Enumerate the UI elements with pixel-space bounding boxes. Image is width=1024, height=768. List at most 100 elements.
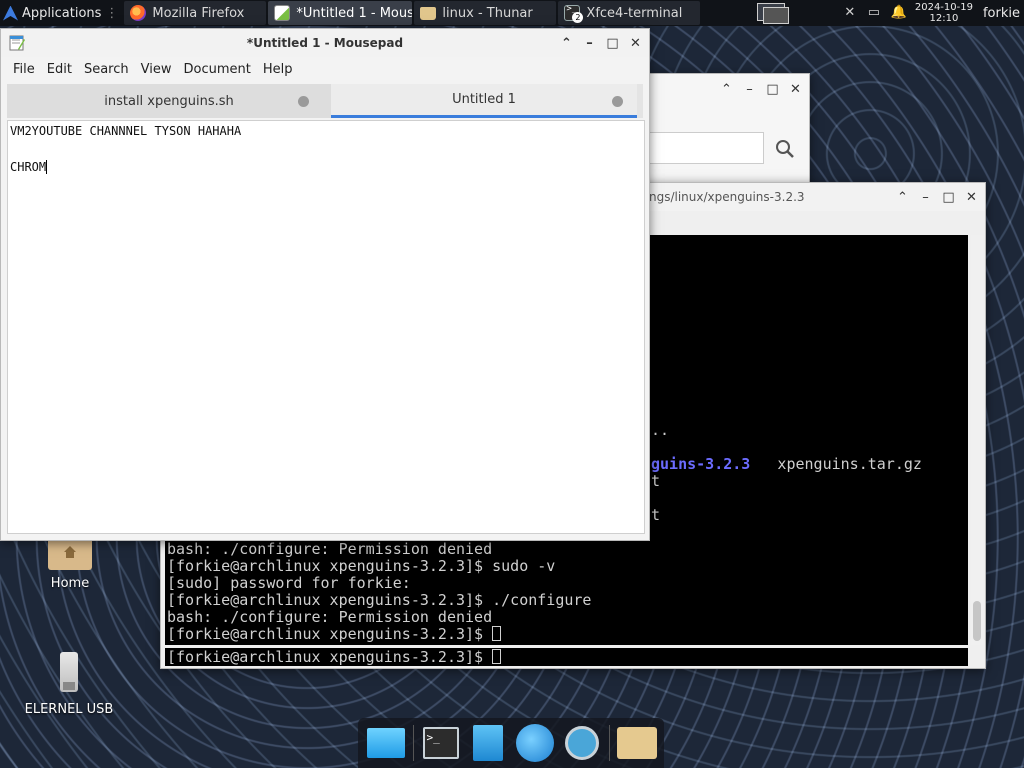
window-title: *Untitled 1 - Mousepad [246, 36, 404, 50]
terminal-cursor [492, 626, 502, 641]
applications-menu-button[interactable]: Applications ⋮ [0, 0, 122, 26]
terminal-line: [sudo] password for forkie: [167, 574, 411, 592]
task-thunar[interactable]: linux - Thunar [414, 1, 557, 25]
close-icon[interactable]: ✕ [964, 190, 979, 205]
system-tray: ✕ ▭ 🔔 2024-10-19 12:10 forkie [843, 0, 1024, 26]
menu-edit[interactable]: Edit [41, 62, 78, 77]
applications-label: Applications [22, 5, 102, 21]
terminal-line: [forkie@archlinux xpenguins-3.2.3]$ sudo… [167, 557, 556, 575]
dock-web-browser[interactable] [515, 723, 555, 763]
document-tabs: install xpenguins.sh Untitled 1 [7, 84, 643, 118]
mousepad-icon [274, 5, 291, 21]
tab-label: Untitled 1 [452, 92, 516, 107]
maximize-icon[interactable]: □ [941, 190, 956, 205]
dock-separator [412, 725, 414, 761]
maximize-icon[interactable]: □ [605, 36, 620, 51]
dock-file-manager[interactable] [468, 723, 508, 763]
prompt: [forkie@archlinux xpenguins-3.2.3]$ [167, 625, 493, 643]
terminal-line: bash: ./configure: Permission denied [167, 608, 493, 626]
maximize-icon[interactable]: □ [765, 82, 780, 97]
task-label: Xfce4-terminal [586, 5, 683, 21]
battery-icon[interactable]: ▭ [867, 6, 881, 20]
menu-search[interactable]: Search [78, 62, 135, 77]
folder-icon [420, 6, 437, 20]
dir-name: guins-3.2.3 [651, 455, 751, 473]
task-terminal[interactable]: 2 Xfce4-terminal [558, 1, 701, 25]
clock-date: 2024-10-19 [914, 2, 973, 13]
minimize-icon[interactable]: – [582, 36, 597, 51]
menu-view[interactable]: View [135, 62, 178, 77]
window-controls: ⌃ – □ ✕ [895, 183, 979, 211]
minimize-icon[interactable]: – [918, 190, 933, 205]
shade-icon[interactable]: ⌃ [559, 36, 574, 51]
terminal-icon: >_ [422, 727, 459, 759]
tab-install-xpenguins[interactable]: install xpenguins.sh [7, 84, 331, 118]
app-finder-icon [564, 726, 599, 760]
notification-bell-icon[interactable]: 🔔 [891, 6, 907, 20]
mousepad-titlebar[interactable]: *Untitled 1 - Mousepad ⌃ – □ ✕ [1, 29, 649, 57]
dock-show-desktop[interactable] [366, 723, 406, 763]
close-icon[interactable]: ✕ [628, 36, 643, 51]
user-menu[interactable]: forkie [983, 6, 1020, 21]
dock-folder[interactable] [616, 723, 657, 763]
menu-help[interactable]: Help [257, 62, 299, 77]
mute-icon[interactable]: ✕ [843, 6, 857, 20]
desktop-icon-usb[interactable]: ELERNEL USB [18, 652, 120, 717]
terminal-line: t [651, 506, 661, 524]
editor-text: CHROM [10, 160, 47, 174]
web-browser-icon [515, 724, 554, 762]
mousepad-window[interactable]: *Untitled 1 - Mousepad ⌃ – □ ✕ File Edit… [0, 28, 650, 541]
maximize-restore-icon[interactable]: ⌃ [719, 82, 734, 97]
terminal-line: bash: ./configure: Permission denied [167, 540, 493, 558]
dock-separator [608, 725, 610, 761]
terminal-line: guins-3.2.3 xpenguins.tar.gz [651, 456, 922, 473]
tab-untitled-1[interactable]: Untitled 1 [331, 84, 637, 118]
usb-drive-icon [60, 652, 78, 692]
arch-logo-icon [3, 5, 18, 21]
menu-document[interactable]: Document [177, 62, 256, 77]
clock-time: 12:10 [929, 13, 959, 24]
home-folder-icon [48, 531, 92, 570]
tab-label: install xpenguins.sh [104, 93, 234, 109]
tab-close-icon[interactable] [298, 96, 309, 107]
shade-icon[interactable]: ⌃ [895, 190, 910, 205]
terminal-cursor [492, 649, 502, 664]
desktop-icon-label: ELERNEL USB [24, 702, 114, 717]
terminal-line: .. [651, 421, 670, 439]
text-caret [46, 160, 48, 174]
terminal-bottom-prompt[interactable]: [forkie@archlinux xpenguins-3.2.3]$ [165, 648, 968, 666]
thunar-path-field[interactable] [649, 132, 764, 164]
scrollbar-thumb[interactable] [973, 601, 981, 641]
thunar-window[interactable]: ⌃ – □ ✕ [648, 73, 810, 193]
editor-line: VM2YOUTUBE CHANNNEL TYSON HAHAHA [10, 124, 242, 138]
terminal-scrollbar[interactable] [971, 235, 983, 645]
task-mousepad[interactable]: *Untitled 1 - Mous... [268, 1, 413, 25]
menu-file[interactable]: File [7, 62, 41, 77]
menu-separator-icon: ⋮ [105, 5, 119, 21]
dock-app-finder[interactable] [562, 723, 602, 763]
minimize-icon[interactable]: – [742, 82, 757, 97]
mousepad-app-icon [9, 35, 25, 51]
clock[interactable]: 2024-10-19 12:10 [915, 2, 973, 24]
desktop-icon-home[interactable]: Home [38, 531, 102, 591]
file-name: xpenguins.tar.gz [750, 455, 922, 473]
workspace-window-preview [763, 7, 789, 24]
editor-line-current: CHROM [10, 160, 48, 174]
task-firefox[interactable]: Mozilla Firefox [124, 1, 267, 25]
task-label: *Untitled 1 - Mous... [296, 5, 413, 21]
search-icon[interactable] [774, 138, 796, 160]
terminal-prompt-line: [forkie@archlinux xpenguins-3.2.3]$ [167, 625, 502, 643]
menu-bar: File Edit Search View Document Help [1, 57, 649, 81]
prompt: [forkie@archlinux xpenguins-3.2.3]$ [167, 648, 493, 666]
tab-close-icon[interactable] [612, 96, 623, 107]
task-label: linux - Thunar [442, 5, 533, 21]
show-desktop-icon [366, 728, 405, 758]
workspace-switcher[interactable] [755, 2, 789, 24]
dock: >_ [358, 718, 664, 768]
firefox-icon [130, 5, 147, 21]
terminal-title: ngs/linux/xpenguins-3.2.3 [649, 190, 805, 204]
close-icon[interactable]: ✕ [788, 82, 803, 97]
dock-terminal[interactable]: >_ [421, 723, 461, 763]
house-icon [64, 546, 76, 558]
text-editor[interactable]: VM2YOUTUBE CHANNNEL TYSON HAHAHA CHROM [7, 120, 645, 534]
